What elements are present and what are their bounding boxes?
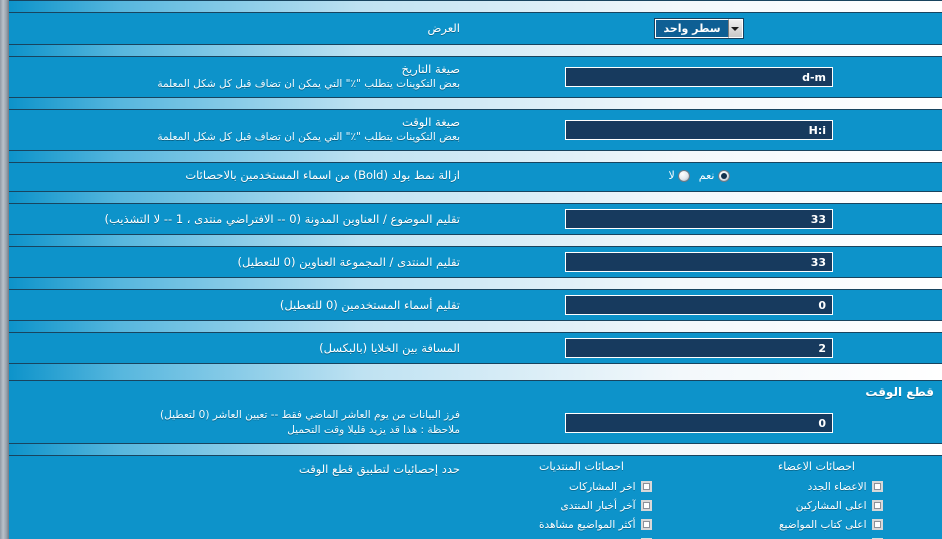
date-format-label: صيغة التاريخ (401, 62, 460, 76)
checkbox-label: اخر المشاركات (569, 480, 636, 493)
row-trim-usernames: تقليم أسماء المستخدمين (0 للتعطيل) (9, 290, 942, 320)
trim-forum-field (464, 252, 934, 272)
separator-3 (9, 150, 942, 163)
remove-bold-label: ازالة نمط بولد (Bold) من اسماء المستخدمي… (185, 168, 460, 182)
sort-data-field (464, 413, 934, 433)
trim-topic-label: تقليم الموضوع / العناوين المدونة (0 -- ا… (104, 211, 460, 226)
time-format-label-cell: صيغة الوقت بعض التكوينات يتطلب "٪" التي … (17, 115, 464, 145)
trim-forum-label-cell: تقليم المنتدى / المجموعة العناوين (0 للت… (17, 255, 464, 270)
checkbox-row[interactable]: الاعضاء الجدد (751, 477, 883, 496)
checkbox-label: اعلى كتاب المواضيع (778, 518, 867, 531)
remove-bold-field: نعم لا (464, 169, 934, 182)
trim-usernames-field (464, 295, 934, 315)
display-field: سطر واحد (464, 18, 934, 39)
separator-top (9, 0, 942, 13)
settings-page: سطر واحد العرض صيغة التاريخ بعض التكوينا… (0, 0, 942, 539)
cell-spacing-label-cell: المسافة بين الخلايا (بالبكسل) (17, 341, 464, 356)
time-format-field (464, 120, 934, 140)
display-label-cell: العرض (17, 21, 464, 36)
date-format-field (464, 67, 934, 87)
stats-column-forums: احصائات المنتديات اخر المشاركات آخر أخبا… (464, 460, 699, 539)
radio-option-yes[interactable]: نعم (699, 169, 730, 182)
trim-forum-input[interactable] (565, 252, 833, 272)
checkbox-row[interactable]: اعلى المشاركين (751, 496, 883, 515)
trim-topic-field (464, 209, 934, 229)
settings-content: سطر واحد العرض صيغة التاريخ بعض التكوينا… (9, 0, 942, 539)
display-select[interactable]: سطر واحد (654, 18, 744, 39)
checkbox-row[interactable]: آخر أخبار المنتدى (512, 496, 652, 515)
time-format-desc: بعض التكوينات يتطلب "٪" التي يمكن ان تضا… (157, 131, 460, 143)
row-trim-topic: تقليم الموضوع / العناوين المدونة (0 -- ا… (9, 204, 942, 234)
separator-2 (9, 97, 942, 110)
date-format-label-cell: صيغة التاريخ بعض التكوينات يتطلب "٪" الت… (17, 62, 464, 92)
stats-column-members: احصائات الاعضاء الاعضاء الجدد اعلى المشا… (699, 460, 934, 539)
checkbox-label: آخر أخبار المنتدى (560, 499, 636, 512)
sort-data-desc-2: ملاحظة : هذا قد يزيد قليلا وقت التحميل (287, 424, 460, 436)
display-label: العرض (427, 21, 461, 35)
row-date-format: صيغة التاريخ بعض التكوينات يتطلب "٪" الت… (9, 57, 942, 97)
row-time-format: صيغة الوقت بعض التكوينات يتطلب "٪" التي … (9, 110, 942, 150)
checkbox-latest-forum-news-icon[interactable] (640, 500, 652, 511)
checkbox-new-members-icon[interactable] (871, 481, 883, 492)
stats-columns: احصائات الاعضاء الاعضاء الجدد اعلى المشا… (464, 460, 934, 539)
separator-1 (9, 44, 942, 57)
trim-usernames-input[interactable] (565, 295, 833, 315)
trim-usernames-label-cell: تقليم أسماء المستخدمين (0 للتعطيل) (17, 298, 464, 313)
checkbox-row[interactable]: المواضيع الساخنة (512, 534, 652, 539)
cell-spacing-input[interactable] (565, 338, 833, 358)
stats-column-forums-header: احصائات المنتديات (539, 460, 624, 473)
row-sort-data: فرز البيانات من يوم العاشر الماضي فقط --… (9, 403, 942, 443)
display-select-value[interactable]: سطر واحد (655, 19, 728, 38)
trim-forum-label: تقليم المنتدى / المجموعة العناوين (0 للت… (237, 254, 460, 269)
checkbox-label: أكثر المواضيع مشاهدة (539, 518, 636, 531)
row-trim-forum: تقليم المنتدى / المجموعة العناوين (0 للت… (9, 247, 942, 277)
checkbox-label: اعلى المشاركين (795, 499, 867, 512)
separator-8 (9, 443, 942, 456)
separator-6 (9, 277, 942, 290)
chevron-down-icon[interactable] (727, 19, 743, 38)
checkbox-latest-posts-icon[interactable] (640, 481, 652, 492)
checkbox-top-topic-writers-icon[interactable] (871, 519, 883, 530)
separator-7 (9, 320, 942, 333)
trim-usernames-label: تقليم أسماء المستخدمين (0 للتعطيل) (279, 297, 460, 312)
stats-matrix-label: حدد إحصائيات لتطبيق قطع الوقت (298, 462, 460, 476)
radio-no-label: لا (668, 169, 675, 182)
trim-topic-input[interactable] (565, 209, 833, 229)
remove-bold-radio-group: نعم لا (669, 169, 730, 182)
row-remove-bold: نعم لا ازالة نمط بولد (Bold) من اسماء ال… (9, 163, 942, 191)
radio-yes-label: نعم (698, 169, 715, 182)
separator-section (9, 363, 942, 381)
separator-4 (9, 191, 942, 204)
row-cell-spacing: المسافة بين الخلايا (بالبكسل) (9, 333, 942, 363)
radio-option-no[interactable]: لا (669, 169, 690, 182)
cell-spacing-label: المسافة بين الخلايا (بالبكسل) (319, 340, 460, 355)
stats-column-members-header: احصائات الاعضاء (778, 460, 855, 473)
stats-matrix: احصائات الاعضاء الاعضاء الجدد اعلى المشا… (9, 456, 942, 539)
sort-data-input[interactable] (565, 413, 833, 433)
checkbox-most-viewed-topics-icon[interactable] (640, 519, 652, 530)
checkbox-label: الاعضاء الجدد (807, 480, 867, 493)
radio-no-icon[interactable] (677, 169, 690, 182)
date-format-input[interactable] (565, 67, 833, 87)
remove-bold-label-cell: ازالة نمط بولد (Bold) من اسماء المستخدمي… (17, 168, 464, 183)
separator-5 (9, 234, 942, 247)
stats-matrix-label-cell: حدد إحصائيات لتطبيق قطع الوقت (17, 460, 464, 539)
checkbox-row[interactable]: اعلى الداعين (751, 534, 883, 539)
cell-spacing-field (464, 338, 934, 358)
sort-data-desc-1: فرز البيانات من يوم العاشر الماضي فقط --… (160, 409, 460, 421)
checkbox-top-posters-icon[interactable] (871, 500, 883, 511)
radio-yes-icon[interactable] (717, 169, 730, 182)
checkbox-row[interactable]: أكثر المواضيع مشاهدة (512, 515, 652, 534)
time-format-input[interactable] (565, 120, 833, 140)
checkbox-row[interactable]: اخر المشاركات (512, 477, 652, 496)
row-display: سطر واحد العرض (9, 13, 942, 44)
trim-topic-label-cell: تقليم الموضوع / العناوين المدونة (0 -- ا… (17, 212, 464, 227)
time-cut-section-title: قطع الوقت (9, 381, 942, 403)
time-format-label: صيغة الوقت (401, 115, 460, 129)
sort-data-label-cell: فرز البيانات من يوم العاشر الماضي فقط --… (17, 408, 464, 438)
checkbox-row[interactable]: اعلى كتاب المواضيع (751, 515, 883, 534)
date-format-desc: بعض التكوينات يتطلب "٪" التي يمكن ان تضا… (157, 78, 460, 90)
